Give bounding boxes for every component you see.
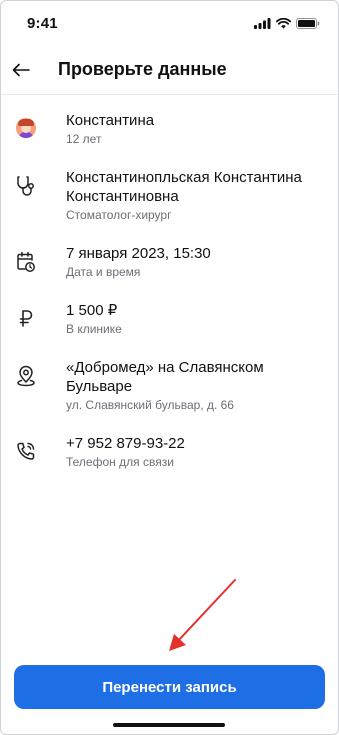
page-header: Проверьте данные <box>1 45 338 95</box>
detail-row-phone: +7 952 879-93-22 Телефон для связи <box>1 434 338 470</box>
detail-row-price: 1 500 ₽ В клинике <box>1 301 338 337</box>
reschedule-button[interactable]: Перенести запись <box>14 665 325 709</box>
detail-row-patient: Константина 12 лет <box>1 111 338 147</box>
datetime-caption: Дата и время <box>66 265 141 279</box>
arrow-left-icon <box>12 63 30 76</box>
annotation-arrow-icon <box>169 579 236 651</box>
signal-icon <box>254 17 271 29</box>
status-icons <box>254 17 320 29</box>
detail-row-datetime: 7 января 2023, 15:30 Дата и время <box>1 244 338 280</box>
appointment-details: Константина 12 лет Константинопльская Ко… <box>1 95 338 470</box>
price-caption: В клинике <box>66 322 122 336</box>
patient-name: Константина <box>66 112 155 129</box>
battery-icon <box>296 17 320 29</box>
back-button[interactable] <box>10 59 32 81</box>
appointment-price: 1 500 ₽ <box>66 302 118 319</box>
reschedule-button-label: Перенести запись <box>102 678 237 696</box>
patient-age: 12 лет <box>66 132 102 146</box>
clinic-name: «Добромед» на Славянском Бульваре <box>66 359 264 395</box>
phone-icon <box>17 442 35 460</box>
status-bar: 9:41 <box>1 1 338 45</box>
home-indicator <box>113 723 225 727</box>
status-time: 9:41 <box>27 14 58 32</box>
detail-row-doctor: Константинопльская Константина Константи… <box>1 168 338 223</box>
map-pin-icon <box>17 365 35 387</box>
contact-phone: +7 952 879-93-22 <box>66 435 185 452</box>
clinic-address: ул. Славянский бульвар, д. 66 <box>66 398 234 412</box>
wifi-icon <box>276 17 291 28</box>
ruble-icon <box>19 310 33 327</box>
doctor-name: Константинопльская Константина Константи… <box>66 169 302 205</box>
page-title: Проверьте данные <box>58 59 227 79</box>
appointment-datetime: 7 января 2023, 15:30 <box>66 245 211 262</box>
avatar-icon <box>16 118 36 138</box>
phone-caption: Телефон для связи <box>66 455 174 469</box>
phone-screen: 9:41 Проверьте данные Константина 12 лет… <box>0 0 339 735</box>
stethoscope-icon <box>17 176 34 196</box>
detail-row-clinic: «Добромед» на Славянском Бульваре ул. Сл… <box>1 358 338 413</box>
doctor-specialty: Стоматолог-хирург <box>66 208 172 222</box>
calendar-clock-icon <box>17 251 35 272</box>
